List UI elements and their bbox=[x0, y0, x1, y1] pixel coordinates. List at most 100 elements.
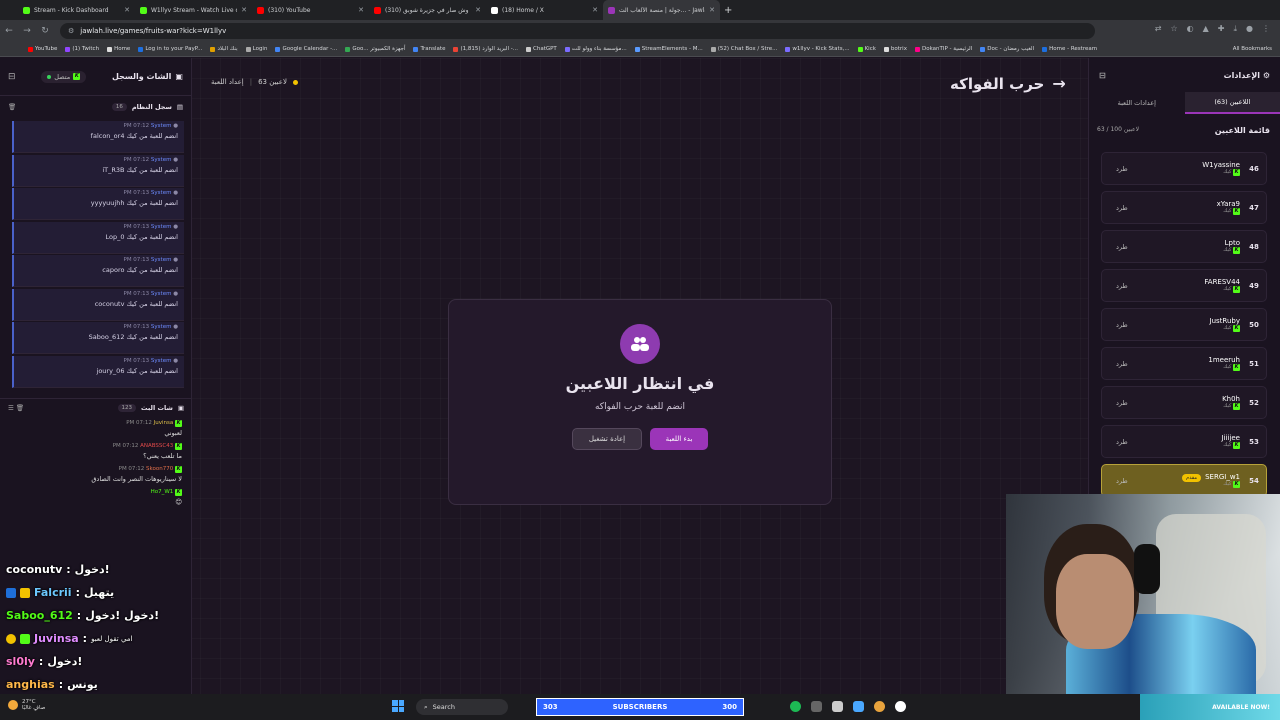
bookmark-item[interactable]: botrix bbox=[883, 46, 907, 52]
bookmark-item[interactable]: Log in to your PayP... bbox=[138, 46, 202, 52]
forward-icon[interactable]: → bbox=[18, 26, 36, 36]
arrow-right-icon[interactable]: → bbox=[1052, 74, 1065, 93]
kick-player-button[interactable]: طرد bbox=[1116, 204, 1128, 212]
info-icon: ● bbox=[173, 190, 178, 196]
collapse-panel-icon[interactable]: ⊟ bbox=[8, 72, 16, 82]
browser-tab[interactable]: W1llyv Stream - Watch Live on Kick ✕ bbox=[135, 0, 252, 20]
bookmark-item[interactable]: YouTube bbox=[28, 46, 57, 52]
weather-widget[interactable]: 27°C صافٍ غالبًا bbox=[8, 699, 45, 711]
close-icon[interactable]: ✕ bbox=[475, 6, 481, 14]
kick-player-button[interactable]: طرد bbox=[1116, 360, 1128, 368]
close-icon[interactable]: ✕ bbox=[241, 6, 247, 14]
kick-icon: K bbox=[175, 420, 182, 427]
bookmark-item[interactable]: مؤسسة بناء وولو للت... bbox=[564, 46, 627, 52]
bookmark-item[interactable]: StreamElements - M... bbox=[634, 46, 703, 52]
all-bookmarks-button[interactable]: All Bookmarks bbox=[1233, 46, 1272, 52]
filter-icon[interactable]: ☰ bbox=[8, 404, 14, 412]
tab-players[interactable]: اللاعبين (63) bbox=[1184, 92, 1280, 114]
kick-player-button[interactable]: طرد bbox=[1116, 321, 1128, 329]
chrome-icon[interactable] bbox=[874, 701, 885, 712]
url-field[interactable]: ⚙ jawlah.live/games/fruits-war?kick=W1lly… bbox=[60, 23, 1095, 39]
x-favicon-icon bbox=[491, 6, 498, 14]
mail-icon bbox=[453, 46, 459, 52]
app-icon[interactable] bbox=[853, 701, 864, 712]
site-info-icon[interactable]: ⚙ bbox=[68, 27, 74, 35]
streamelements-icon bbox=[634, 46, 640, 52]
new-tab-button[interactable]: + bbox=[724, 5, 732, 16]
extension-icon[interactable]: ▲ bbox=[1203, 24, 1209, 34]
browser-tab[interactable]: Stream - Kick Dashboard ✕ bbox=[18, 0, 135, 20]
kick-icon: K bbox=[1233, 208, 1240, 215]
player-list-title: قائمة اللاعبين bbox=[1214, 126, 1270, 135]
kick-player-button[interactable]: طرد bbox=[1116, 477, 1128, 485]
bookmark-item[interactable]: Kick bbox=[857, 46, 876, 52]
bookmark-item[interactable]: (1,815) البريد الوارد -... bbox=[453, 46, 518, 52]
bookmark-item[interactable]: Goo... أجهزة الكمبيوتر bbox=[345, 46, 405, 52]
close-icon[interactable]: ✕ bbox=[709, 6, 715, 14]
spotify-icon[interactable] bbox=[790, 701, 801, 712]
tab-game-settings[interactable]: إعدادات اللعبة bbox=[1089, 92, 1185, 114]
bookmark-item[interactable]: (52) Chat Box / Stre... bbox=[710, 46, 777, 52]
bookmark-item[interactable]: (1) Twitch bbox=[65, 46, 99, 52]
restart-button[interactable]: إعادة تشغيل bbox=[572, 428, 642, 450]
star-icon[interactable]: ☆ bbox=[1170, 24, 1177, 34]
bookmark-item[interactable]: Doc - الغيب رمضان bbox=[980, 46, 1034, 52]
bookmark-item[interactable]: Translate bbox=[413, 46, 445, 52]
bookmark-item[interactable]: w1llyv - Kick Stats,... bbox=[785, 46, 850, 52]
overlay-chat-line: Juvinsa: امي تقول لعبو bbox=[0, 627, 240, 650]
kick-player-button[interactable]: طرد bbox=[1116, 438, 1128, 446]
system-message: PM 07:13 System ● joury_06 انضم للعبة من … bbox=[12, 355, 184, 388]
browser-tab-active[interactable]: جولة | منصة الألعاب الت... - Jawlah ✕ bbox=[603, 0, 720, 20]
player-row: طرد Jiiijee كيك K 53 bbox=[1101, 425, 1267, 458]
bookmark-item[interactable]: ChatGPT bbox=[526, 46, 557, 52]
info-icon: ● bbox=[173, 123, 178, 129]
settings-title: الإعدادات bbox=[1223, 70, 1261, 80]
kick-player-button[interactable]: طرد bbox=[1116, 165, 1128, 173]
browser-tab-strip: Stream - Kick Dashboard ✕ W1llyv Stream -… bbox=[0, 0, 1280, 20]
close-icon[interactable]: ✕ bbox=[358, 6, 364, 14]
system-message: PM 07:12 System ● falcon_or4 انضم للعبة م… bbox=[12, 121, 184, 153]
taskbar-search[interactable]: ⌕ Search bbox=[416, 699, 508, 715]
system-message: PM 07:13 System ● yyyyuujhh انضم للعبة من… bbox=[12, 188, 184, 220]
app-icon[interactable] bbox=[811, 701, 822, 712]
extensions-puzzle-icon[interactable]: ✚ bbox=[1218, 24, 1225, 34]
player-name: Lpto bbox=[1224, 239, 1240, 247]
bookmark-item[interactable]: Home bbox=[107, 46, 130, 52]
game-settings-link[interactable]: إعداد اللعبة bbox=[211, 78, 244, 86]
browser-tab[interactable]: (18) Home / X ✕ bbox=[486, 0, 603, 20]
kick-player-button[interactable]: طرد bbox=[1116, 282, 1128, 290]
trash-icon[interactable]: 🗑 bbox=[8, 103, 16, 111]
player-row-host: طرد مقدم SERGI_w1 كيك K 54 bbox=[1101, 464, 1267, 497]
bookmark-item[interactable]: Login bbox=[245, 46, 267, 52]
back-icon[interactable]: ← bbox=[0, 26, 18, 36]
kick-player-button[interactable]: طرد bbox=[1116, 399, 1128, 407]
kick-favicon-icon bbox=[140, 6, 147, 14]
download-icon[interactable]: ⤓ bbox=[1233, 24, 1237, 34]
app-icon[interactable] bbox=[832, 701, 843, 712]
overlay-chat-line: sl0ly: دخول! bbox=[6, 655, 83, 668]
trash-icon[interactable]: 🗑 bbox=[16, 404, 24, 412]
kick-icon: K bbox=[1233, 325, 1240, 332]
translate-icon[interactable]: ⇄ bbox=[1155, 24, 1162, 34]
browser-tab[interactable]: (310) YouTube ✕ bbox=[252, 0, 369, 20]
badge-icon bbox=[6, 587, 16, 598]
browser-tab[interactable]: (310) وش صار في جزيرة شوبق ✕ bbox=[369, 0, 486, 20]
bookmark-item[interactable]: Home - Restream bbox=[1042, 46, 1097, 52]
bookmark-item[interactable]: DokanTIP - الرئيسية bbox=[914, 46, 972, 52]
close-icon[interactable]: ✕ bbox=[124, 6, 130, 14]
waiting-heading: في انتظار اللاعبين bbox=[565, 374, 715, 393]
extension-icon[interactable]: ◐ bbox=[1187, 24, 1194, 34]
close-icon[interactable]: ✕ bbox=[592, 6, 598, 14]
windows-start-icon[interactable] bbox=[392, 700, 404, 712]
start-game-button[interactable]: بدء اللعبة bbox=[650, 428, 708, 450]
capcut-icon[interactable] bbox=[895, 701, 906, 712]
system-message: PM 07:13 System ● Saboo_612 انضم للعبة من… bbox=[12, 322, 184, 354]
profile-avatar-icon[interactable]: ● bbox=[1246, 24, 1253, 34]
menu-icon[interactable]: ⋮ bbox=[1262, 24, 1270, 34]
bookmark-item[interactable]: بنك البلاد bbox=[210, 46, 238, 52]
player-number: 49 bbox=[1249, 281, 1259, 290]
bookmark-item[interactable]: Google Calendar -... bbox=[275, 46, 337, 52]
reload-icon[interactable]: ↻ bbox=[36, 26, 54, 36]
kick-player-button[interactable]: طرد bbox=[1116, 243, 1128, 251]
collapse-panel-icon[interactable]: ⊟ bbox=[1099, 71, 1106, 80]
